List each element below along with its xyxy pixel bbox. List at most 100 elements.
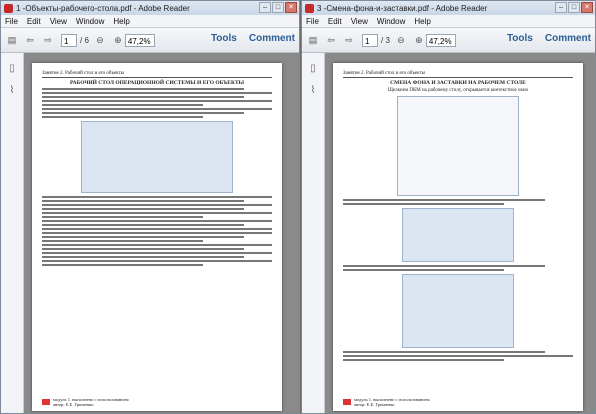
text-line bbox=[42, 204, 272, 206]
text-line bbox=[42, 220, 272, 222]
text-line bbox=[42, 240, 203, 242]
zoom-in-icon[interactable]: ⊕ bbox=[111, 33, 125, 47]
page-header: Занятие 2. Рабочий стол и его объекты bbox=[343, 71, 573, 78]
page-number-input[interactable]: 1 bbox=[61, 33, 77, 47]
menu-edit[interactable]: Edit bbox=[23, 17, 46, 26]
toolbar: ▤ ⇦ ⇨ 1 / 3 ⊖ ⊕ 47,2% Tools Comment bbox=[302, 28, 595, 53]
document-area[interactable]: Занятие 2. Рабочий стол и его объекты РА… bbox=[24, 53, 299, 413]
text-line bbox=[343, 355, 573, 357]
menu-view[interactable]: View bbox=[347, 17, 373, 26]
prev-page-icon[interactable]: ⇦ bbox=[23, 33, 37, 47]
navigation-pane: ▯ ⌇ bbox=[302, 53, 325, 413]
text-line bbox=[343, 359, 504, 361]
text-line bbox=[42, 112, 245, 114]
minimize-button[interactable]: – bbox=[555, 2, 567, 13]
comment-button[interactable]: Comment bbox=[249, 33, 295, 44]
text-line bbox=[42, 244, 272, 246]
attachments-icon[interactable]: ⌇ bbox=[306, 83, 320, 97]
page-header: Занятие 2. Рабочий стол и его объекты bbox=[42, 71, 272, 78]
text-line bbox=[42, 248, 245, 250]
zoom-out-icon[interactable]: ⊖ bbox=[93, 33, 107, 47]
menu-window[interactable]: Window bbox=[72, 17, 109, 26]
text-line bbox=[42, 224, 245, 226]
text-line bbox=[42, 260, 272, 262]
text-line bbox=[42, 116, 203, 118]
menu-edit[interactable]: Edit bbox=[324, 17, 347, 26]
reader-window-right: 3 -Смена-фона-и-заставки.pdf - Adobe Rea… bbox=[301, 0, 596, 414]
close-button[interactable]: ✕ bbox=[285, 2, 297, 13]
text-line bbox=[343, 265, 546, 267]
footer-logo bbox=[343, 399, 351, 405]
text-line bbox=[42, 232, 272, 234]
window-title: 3 -Смена-фона-и-заставки.pdf - Adobe Rea… bbox=[317, 3, 488, 13]
page-total: / 6 bbox=[80, 35, 89, 45]
prev-page-icon[interactable]: ⇦ bbox=[324, 33, 338, 47]
zoom-select[interactable]: 47,2% bbox=[124, 33, 155, 47]
desktop-background-screenshot bbox=[402, 274, 514, 348]
comment-button[interactable]: Comment bbox=[545, 33, 591, 44]
zoom-in-icon[interactable]: ⊕ bbox=[412, 33, 426, 47]
text-line bbox=[42, 252, 272, 254]
text-line bbox=[42, 216, 203, 218]
text-line bbox=[42, 88, 245, 90]
page-subtitle: Щелкнем ПКМ на рабочему столу, открывает… bbox=[387, 88, 529, 93]
text-line bbox=[343, 199, 546, 201]
page-thumbnails-icon[interactable]: ▯ bbox=[306, 61, 320, 75]
text-line bbox=[42, 92, 272, 94]
menu-file[interactable]: File bbox=[302, 17, 324, 26]
page-total: / 3 bbox=[381, 35, 390, 45]
title-bar[interactable]: 1 -Объекты-рабочего-стола.pdf - Adobe Re… bbox=[1, 1, 299, 15]
page-thumbnails-icon[interactable]: ▯ bbox=[5, 61, 19, 75]
text-line bbox=[42, 200, 245, 202]
minimize-button[interactable]: – bbox=[259, 2, 271, 13]
text-line bbox=[42, 264, 203, 266]
text-line bbox=[343, 269, 504, 271]
text-line bbox=[42, 104, 203, 106]
navigation-pane: ▯ ⌇ bbox=[1, 53, 24, 413]
maximize-button[interactable]: □ bbox=[568, 2, 580, 13]
pdf-file-icon[interactable]: ▤ bbox=[306, 33, 320, 47]
page-title: РАБОЧИЙ СТОЛ ОПЕРАЦИОННОЙ СИСТЕМЫ И ЕГО … bbox=[69, 80, 245, 86]
attachments-icon[interactable]: ⌇ bbox=[5, 83, 19, 97]
zoom-select[interactable]: 47,2% bbox=[425, 33, 456, 47]
adobe-reader-icon bbox=[4, 3, 13, 13]
text-line bbox=[42, 108, 272, 110]
close-button[interactable]: ✕ bbox=[581, 2, 593, 13]
toolbar: ▤ ⇦ ⇨ 1 / 6 ⊖ ⊕ 47,2% Tools Comment bbox=[1, 28, 299, 53]
footer-line-2: автор: Е.Б. Гришенко bbox=[354, 402, 395, 407]
footer-logo bbox=[42, 399, 50, 405]
personalization-screenshot bbox=[402, 208, 514, 262]
menu-file[interactable]: File bbox=[1, 17, 23, 26]
pdf-file-icon[interactable]: ▤ bbox=[5, 33, 19, 47]
menu-bar: File Edit View Window Help bbox=[1, 15, 299, 28]
pdf-page: Занятие 2. Рабочий стол и его объекты СМ… bbox=[333, 63, 583, 411]
desktop-objects-diagram bbox=[81, 121, 233, 193]
menu-help[interactable]: Help bbox=[109, 17, 134, 26]
menu-help[interactable]: Help bbox=[410, 17, 435, 26]
page-footer: модуль 1. выполнено с использованием авт… bbox=[42, 397, 129, 407]
zoom-out-icon[interactable]: ⊖ bbox=[394, 33, 408, 47]
maximize-button[interactable]: □ bbox=[272, 2, 284, 13]
menu-window[interactable]: Window bbox=[373, 17, 410, 26]
text-line bbox=[343, 351, 546, 353]
text-line bbox=[42, 256, 245, 258]
menu-view[interactable]: View bbox=[46, 17, 72, 26]
page-number-input[interactable]: 1 bbox=[362, 33, 378, 47]
tools-button[interactable]: Tools bbox=[211, 33, 237, 44]
text-line bbox=[42, 212, 272, 214]
text-line bbox=[42, 196, 272, 198]
reader-window-left: 1 -Объекты-рабочего-стола.pdf - Adobe Re… bbox=[0, 0, 300, 414]
text-line bbox=[42, 208, 245, 210]
text-line bbox=[343, 203, 504, 205]
footer-line-2: автор: Е.Б. Гришенко bbox=[53, 402, 94, 407]
title-bar[interactable]: 3 -Смена-фона-и-заставки.pdf - Adobe Rea… bbox=[302, 1, 595, 15]
text-line bbox=[42, 100, 272, 102]
tools-button[interactable]: Tools bbox=[507, 33, 533, 44]
page-footer: модуль 1. выполнено с использованием авт… bbox=[343, 397, 430, 407]
next-page-icon[interactable]: ⇨ bbox=[41, 33, 55, 47]
pdf-page: Занятие 2. Рабочий стол и его объекты РА… bbox=[32, 63, 282, 411]
window-title: 1 -Объекты-рабочего-стола.pdf - Adobe Re… bbox=[16, 3, 190, 13]
text-line bbox=[42, 96, 245, 98]
next-page-icon[interactable]: ⇨ bbox=[342, 33, 356, 47]
document-area[interactable]: Занятие 2. Рабочий стол и его объекты СМ… bbox=[325, 53, 595, 413]
